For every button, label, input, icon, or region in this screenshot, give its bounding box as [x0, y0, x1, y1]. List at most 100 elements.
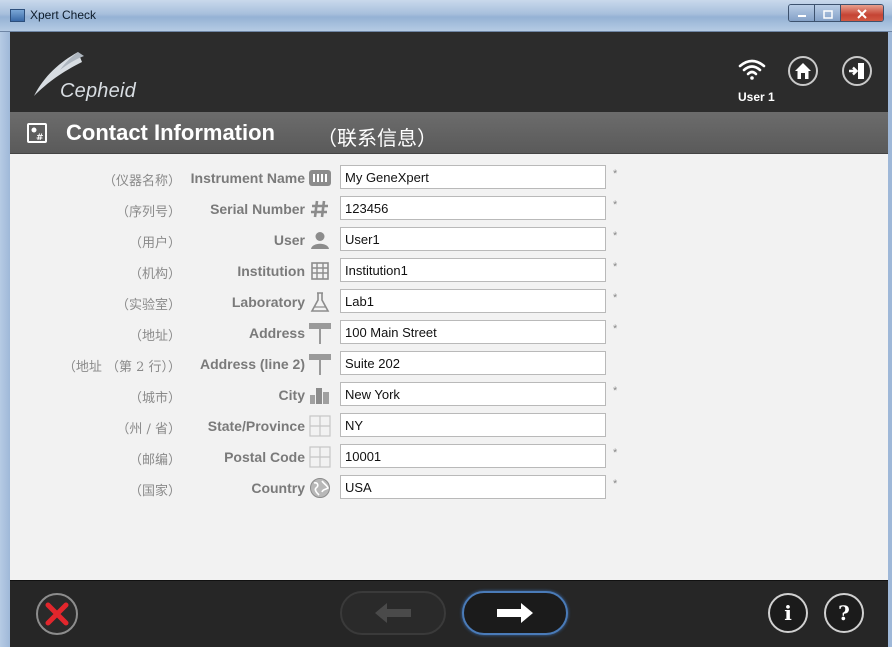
- country-input[interactable]: [340, 475, 606, 499]
- hash-icon: [308, 198, 332, 220]
- next-button[interactable]: [462, 591, 568, 635]
- label-instrument-name: Instrument Name: [190, 170, 305, 186]
- address-line-2-input[interactable]: [340, 351, 606, 375]
- arrow-right-icon: [497, 603, 533, 623]
- instrument-icon: [308, 167, 332, 189]
- building-icon: [308, 260, 332, 282]
- label-chinese: （地址）: [128, 329, 181, 344]
- page-title-chinese: （联系信息）: [317, 126, 437, 150]
- form-row-address-line-2: （地址 （第 2 行）） Address (line 2): [10, 351, 888, 377]
- label-institution: Institution: [237, 263, 305, 279]
- current-user-label: User 1: [738, 90, 775, 104]
- form-row-address: （地址） Address *: [10, 320, 888, 346]
- label-chinese: （邮编）: [128, 453, 181, 468]
- window-title: Xpert Check: [30, 8, 97, 22]
- info-button[interactable]: i: [768, 593, 808, 633]
- form-row-serial-number: （序列号） Serial Number *: [10, 196, 888, 222]
- required-marker: *: [613, 478, 618, 490]
- city-icon: [308, 384, 332, 406]
- help-icon: ?: [838, 601, 850, 625]
- form-row-laboratory: （实验室） Laboratory *: [10, 289, 888, 315]
- label-chinese: （序列号）: [115, 205, 181, 220]
- state-province-input[interactable]: [340, 413, 606, 437]
- label-chinese: （机构）: [128, 267, 181, 282]
- label-chinese: （实验室）: [115, 298, 181, 313]
- app-header: Cepheid User 1: [10, 32, 888, 112]
- label-chinese: （城市）: [128, 391, 181, 406]
- maximize-icon: [822, 9, 833, 19]
- app-icon: [10, 9, 25, 22]
- logo-text: Cepheid: [60, 80, 136, 102]
- maximize-button[interactable]: [815, 5, 841, 21]
- cancel-x-icon: [45, 602, 69, 626]
- required-marker: *: [613, 199, 618, 211]
- help-button[interactable]: ?: [824, 593, 864, 633]
- contact-form: （仪器名称） Instrument Name * （序列号） Serial Nu…: [10, 154, 888, 580]
- contact-card-icon: #: [27, 123, 47, 143]
- label-chinese: （用户）: [128, 236, 181, 251]
- globe-icon: [308, 477, 332, 499]
- minimize-icon: [797, 15, 806, 17]
- cancel-button[interactable]: [36, 593, 78, 635]
- home-icon: [795, 63, 811, 79]
- label-postal-code: Postal Code: [224, 449, 305, 465]
- address-sign-icon: [308, 322, 332, 344]
- label-serial-number: Serial Number: [210, 201, 305, 217]
- label-state-province: State/Province: [207, 418, 305, 434]
- map-grid-icon: [308, 446, 332, 468]
- label-address-line-2: Address (line 2): [199, 356, 305, 372]
- required-marker: *: [613, 292, 618, 304]
- arrow-left-icon: [375, 603, 411, 623]
- required-marker: *: [613, 230, 618, 242]
- form-row-state-province: （州 / 省） State/Province: [10, 413, 888, 439]
- minimize-button[interactable]: [789, 5, 815, 21]
- city-input[interactable]: [340, 382, 606, 406]
- label-city: City: [278, 387, 305, 403]
- form-row-country: （国家） Country *: [10, 475, 888, 501]
- footer-toolbar: i ?: [10, 580, 888, 647]
- close-button[interactable]: [841, 5, 883, 21]
- required-marker: *: [613, 447, 618, 459]
- page-title: Contact Information: [66, 120, 275, 145]
- exit-icon: [849, 63, 864, 79]
- required-marker: *: [613, 323, 618, 335]
- window-frame-right: [888, 32, 892, 647]
- label-laboratory: Laboratory: [231, 294, 305, 310]
- label-chinese: （仪器名称）: [102, 174, 181, 189]
- institution-input[interactable]: [340, 258, 606, 282]
- window-titlebar: Xpert Check: [0, 0, 892, 32]
- instrument-name-input[interactable]: [340, 165, 606, 189]
- required-marker: *: [613, 261, 618, 273]
- form-row-user: （用户） User *: [10, 227, 888, 253]
- section-header: # Contact Information （联系信息）: [10, 112, 888, 154]
- form-row-postal-code: （邮编） Postal Code *: [10, 444, 888, 470]
- address-input[interactable]: [340, 320, 606, 344]
- form-row-city: （城市） City *: [10, 382, 888, 408]
- user-icon: [308, 229, 332, 251]
- wifi-icon: [738, 59, 766, 80]
- label-chinese: （州 / 省）: [116, 422, 181, 437]
- info-icon: i: [784, 601, 792, 625]
- serial-number-input[interactable]: [340, 196, 606, 220]
- form-row-instrument-name: （仪器名称） Instrument Name *: [10, 165, 888, 191]
- form-row-institution: （机构） Institution *: [10, 258, 888, 284]
- map-grid-icon: [308, 415, 332, 437]
- window-frame-left: [0, 32, 10, 647]
- exit-button[interactable]: [842, 56, 872, 86]
- address-sign-icon: [308, 353, 332, 375]
- home-button[interactable]: [788, 56, 818, 86]
- laboratory-input[interactable]: [340, 289, 606, 313]
- window-controls: [788, 4, 884, 22]
- user-input[interactable]: [340, 227, 606, 251]
- required-marker: *: [613, 385, 618, 397]
- label-chinese: （地址 （第 2 行））: [62, 360, 181, 375]
- postal-code-input[interactable]: [340, 444, 606, 468]
- label-chinese: （国家）: [128, 484, 181, 499]
- required-marker: *: [613, 168, 618, 180]
- label-user: User: [273, 232, 305, 248]
- back-button[interactable]: [340, 591, 446, 635]
- svg-text:#: #: [36, 133, 44, 143]
- close-icon: [857, 9, 867, 19]
- label-country: Country: [251, 480, 305, 496]
- flask-icon: [308, 291, 332, 313]
